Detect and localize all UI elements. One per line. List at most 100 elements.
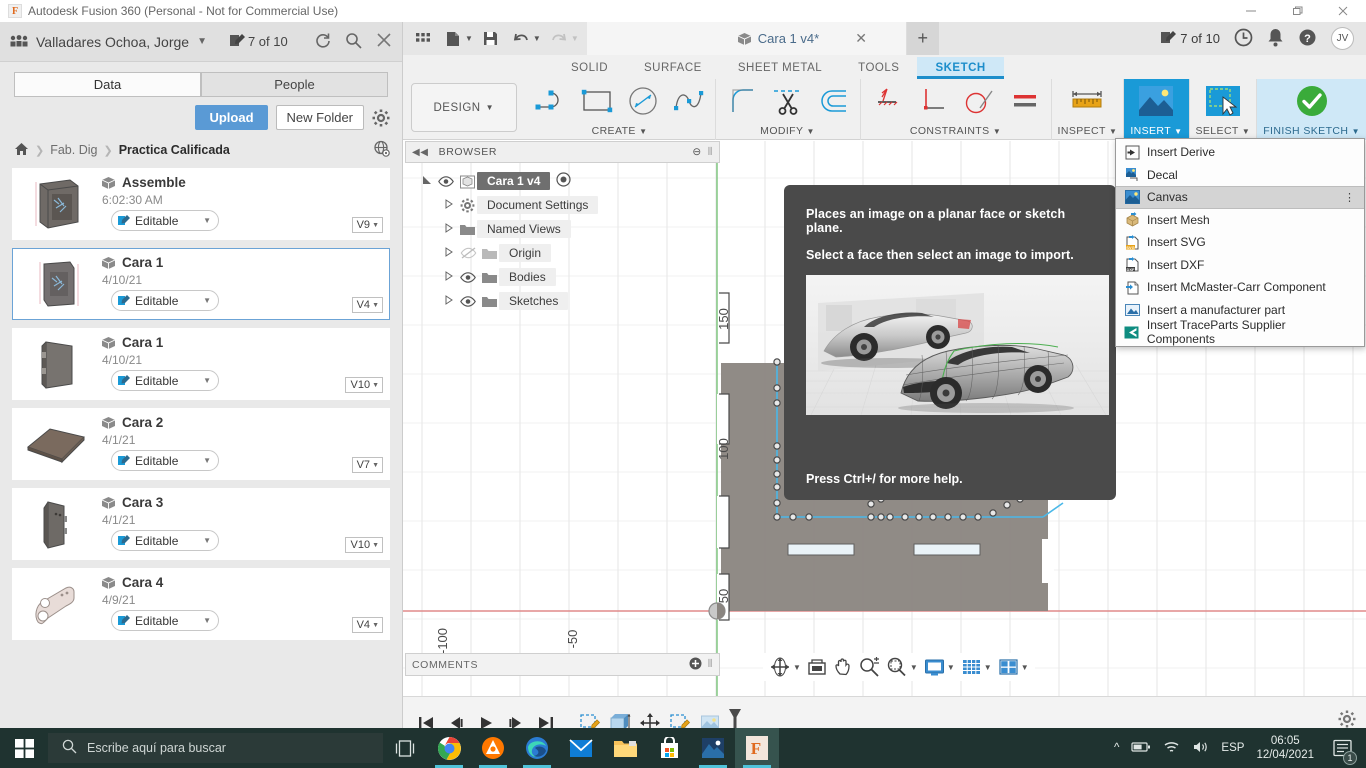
edits-counter[interactable]: 7 of 10 <box>229 33 288 51</box>
resize-grip[interactable]: ⦀ <box>708 146 713 159</box>
edge-icon[interactable] <box>515 728 559 768</box>
tab-people[interactable]: People <box>201 72 388 97</box>
upload-button[interactable]: Upload <box>195 105 268 130</box>
zoom-icon[interactable] <box>857 654 882 680</box>
orbit-icon[interactable]: ▼ <box>767 654 803 680</box>
windows-start-icon[interactable] <box>0 728 48 768</box>
minimize-button[interactable] <box>1228 0 1274 22</box>
version-dropdown[interactable]: V9 ▼ <box>351 217 383 233</box>
edits-counter[interactable]: 7 of 10 <box>1160 30 1220 48</box>
activate-component-icon[interactable] <box>556 172 571 190</box>
version-dropdown[interactable]: V7 ▼ <box>351 457 383 473</box>
menu-item-canvas[interactable]: Canvas ⋮ <box>1116 186 1364 209</box>
chevron-down-icon[interactable]: ▼ <box>571 34 579 43</box>
resize-grip[interactable]: ⦀ <box>708 658 713 671</box>
spline-icon[interactable] <box>669 82 709 120</box>
chevron-down-icon[interactable]: ▼ <box>984 663 992 672</box>
gear-icon[interactable] <box>372 109 390 127</box>
file-explorer-icon[interactable] <box>603 728 647 768</box>
home-icon[interactable] <box>14 142 29 159</box>
expand-triangle-icon[interactable] <box>441 223 457 235</box>
select-cursor-icon[interactable] <box>1203 82 1243 120</box>
wifi-icon[interactable] <box>1163 740 1180 757</box>
workspace-selector[interactable]: DESIGN ▼ <box>411 83 517 132</box>
list-item[interactable]: Assemble 6:02:30 AM Editable ▼ V9 ▼ <box>12 168 390 240</box>
photos-icon[interactable] <box>691 728 735 768</box>
minimize-browser-icon[interactable]: ⊖ <box>692 146 701 158</box>
chevron-down-icon[interactable]: ▼ <box>465 34 473 43</box>
tab-sheet-metal[interactable]: SHEET METAL <box>720 57 840 79</box>
visibility-eye-icon[interactable] <box>457 295 479 307</box>
tab-surface[interactable]: SURFACE <box>626 57 720 79</box>
menu-item-insert-svg[interactable]: SVG Insert SVG <box>1116 231 1364 254</box>
account-name[interactable]: Valladares Ochoa, Jorge <box>36 34 189 50</box>
chevron-down-icon[interactable]: ▼ <box>910 663 918 672</box>
language-indicator[interactable]: ESP <box>1221 742 1244 754</box>
tray-expand-chevron-icon[interactable]: ^ <box>1114 742 1119 754</box>
display-settings-icon[interactable]: ▼ <box>922 654 957 680</box>
zoom-window-icon[interactable]: ▼ <box>884 654 920 680</box>
ribbon-group-insert[interactable]: INSERT ▼ <box>1124 79 1190 140</box>
search-icon[interactable] <box>345 32 362 52</box>
notifications-icon[interactable] <box>1267 28 1284 50</box>
editable-dropdown[interactable]: Editable ▼ <box>111 610 219 631</box>
expand-triangle-icon[interactable] <box>441 247 457 259</box>
tree-node-root[interactable]: Cara 1 v4 <box>405 169 720 193</box>
grid-snap-icon[interactable]: ▼ <box>959 654 994 680</box>
tree-node-sketches[interactable]: Sketches <box>405 289 720 313</box>
ribbon-group-label[interactable]: MODIFY ▼ <box>760 125 815 140</box>
menu-item-insert-dxf[interactable]: DXF Insert DXF <box>1116 254 1364 277</box>
menu-item-insert-mcmaster-carr[interactable]: Insert McMaster-Carr Component <box>1116 276 1364 299</box>
maximize-button[interactable] <box>1274 0 1320 22</box>
version-dropdown[interactable]: V10 ▼ <box>345 537 383 553</box>
expand-triangle-icon[interactable] <box>441 199 457 211</box>
comments-panel[interactable]: COMMENTS ⦀ <box>405 653 720 676</box>
save-icon[interactable] <box>477 26 505 52</box>
tab-data[interactable]: Data <box>14 72 201 97</box>
offset-icon[interactable] <box>814 82 854 120</box>
editable-dropdown[interactable]: Editable ▼ <box>111 530 219 551</box>
new-folder-button[interactable]: New Folder <box>275 105 364 130</box>
ribbon-group-label[interactable]: CONSTRAINTS ▼ <box>910 125 1001 140</box>
chevron-down-icon[interactable]: ▼ <box>793 663 801 672</box>
fillet-icon[interactable] <box>722 82 762 120</box>
chevron-down-icon[interactable]: ▼ <box>947 663 955 672</box>
version-dropdown[interactable]: V4 ▼ <box>351 297 383 313</box>
chrome-icon[interactable] <box>427 728 471 768</box>
perpendicular-icon[interactable] <box>913 82 953 120</box>
editable-dropdown[interactable]: Editable ▼ <box>111 210 219 231</box>
finish-check-icon[interactable] <box>1292 82 1332 120</box>
editable-dropdown[interactable]: Editable ▼ <box>111 370 219 391</box>
expand-triangle-icon[interactable] <box>441 295 457 307</box>
globe-icon[interactable] <box>373 140 390 160</box>
action-center-icon[interactable]: 1 <box>1326 728 1358 768</box>
task-view-icon[interactable] <box>383 728 427 768</box>
tree-node-bodies[interactable]: Bodies <box>405 265 720 289</box>
collapse-icon[interactable]: ◀◀ <box>412 147 429 158</box>
line-icon[interactable] <box>531 82 571 120</box>
new-tab-button[interactable]: + <box>906 22 939 55</box>
breadcrumb-item-1[interactable]: Practica Calificada <box>119 143 230 157</box>
app-grid-icon[interactable] <box>409 26 437 52</box>
new-file-icon[interactable] <box>439 26 467 52</box>
expand-triangle-icon[interactable] <box>441 271 457 283</box>
breadcrumb-item-0[interactable]: Fab. Dig <box>50 143 97 157</box>
trim-icon[interactable] <box>768 82 808 120</box>
tree-node-named-views[interactable]: Named Views <box>405 217 720 241</box>
recent-icon[interactable] <box>1234 28 1253 50</box>
list-item[interactable]: Cara 3 4/1/21 Editable ▼ V10 ▼ <box>12 488 390 560</box>
chevron-down-icon[interactable]: ▼ <box>197 36 207 47</box>
version-dropdown[interactable]: V10 ▼ <box>345 377 383 393</box>
pan-icon[interactable] <box>831 654 855 680</box>
version-dropdown[interactable]: V4 ▼ <box>351 617 383 633</box>
list-item[interactable]: Cara 1 4/10/21 Editable ▼ V4 ▼ <box>12 248 390 320</box>
tree-node-origin[interactable]: Origin <box>405 241 720 265</box>
visibility-eye-off-icon[interactable] <box>457 247 479 259</box>
ribbon-group-finish-sketch[interactable]: FINISH SKETCH ▼ <box>1257 79 1366 140</box>
list-item[interactable]: Cara 1 4/10/21 Editable ▼ V10 ▼ <box>12 328 390 400</box>
menu-item-decal[interactable]: Decal <box>1116 164 1364 187</box>
editable-dropdown[interactable]: Editable ▼ <box>111 450 219 471</box>
equal-icon[interactable] <box>1005 82 1045 120</box>
insert-image-icon[interactable] <box>1136 82 1176 120</box>
volume-icon[interactable] <box>1192 740 1209 757</box>
